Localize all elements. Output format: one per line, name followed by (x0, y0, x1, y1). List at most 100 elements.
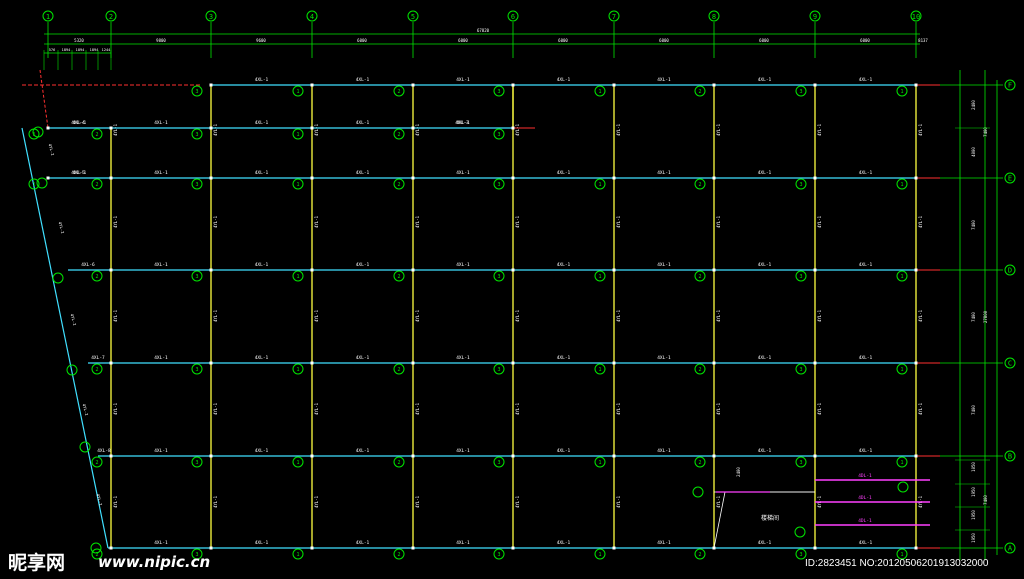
beam-label: 4XL-1 (859, 262, 873, 268)
beam-label: 4XL-1 (758, 77, 772, 83)
node-bubble-number: 2 (95, 460, 98, 466)
node-bubble-number: 2 (698, 182, 701, 188)
beam-label: 4XL-1 (255, 448, 269, 454)
row-axis-label: E (1008, 175, 1012, 183)
node-marker (914, 546, 918, 550)
node-marker (712, 268, 716, 272)
column-axis-label: 4 (310, 13, 314, 21)
purlin-label: 4YL-1 (415, 402, 420, 415)
node-bubble-number: 1 (900, 274, 903, 280)
node-bubble-number: 1 (296, 132, 299, 138)
node-bubble-number: 2 (397, 89, 400, 95)
purlin-label: 4YL-1 (515, 123, 520, 136)
node-bubble-number: 3 (799, 552, 802, 558)
right-dimension-text: 1950 (971, 487, 976, 497)
column-axis-label: 10 (912, 13, 920, 21)
watermark-id: ID:2823451 NO:20120506201913032000 (805, 558, 989, 569)
node-bubble-number: 1 (598, 89, 601, 95)
beam-label: 4XL-7 (91, 355, 105, 361)
sub-dimension-text: 1894 (76, 48, 85, 52)
node-bubble-number: 3 (497, 182, 500, 188)
node-bubble-number: 1 (296, 367, 299, 373)
node-bubble-number: 1 (900, 182, 903, 188)
right-dimension-text: 1050 (971, 462, 976, 472)
node-bubble-number: 3 (799, 182, 802, 188)
node-marker (813, 83, 817, 87)
node-marker (612, 546, 616, 550)
beam-label: 4XL-5 (71, 170, 85, 176)
watermark-site: www.nipic.cn (98, 553, 211, 571)
node-bubble-number: 2 (698, 460, 701, 466)
edge-bubble (52, 272, 64, 284)
purlin-label: 4YL-1 (314, 309, 319, 322)
node-marker (209, 268, 213, 272)
beam-label: 4XL-1 (657, 540, 671, 546)
sub-dimension-text: 1244 (102, 48, 111, 52)
beam-label: 4XL-1 (657, 448, 671, 454)
purlin-label: 4YL-1 (113, 309, 118, 322)
node-marker (712, 83, 716, 87)
top-dimension-text: 6000 (558, 38, 568, 43)
node-bubble-number: 1 (32, 182, 35, 188)
node-bubble-number: 2 (698, 274, 701, 280)
node-marker (46, 176, 50, 180)
column-axis-label: 1 (46, 13, 50, 21)
node-marker (411, 176, 415, 180)
beam-label: 4XL-1 (557, 540, 571, 546)
top-dimension-text: 6000 (860, 38, 870, 43)
beam-label: 4XL-1 (154, 170, 168, 176)
purlin-label: 4YL-1 (213, 123, 218, 136)
beam-label: 4XL-1 (657, 355, 671, 361)
node-marker (511, 361, 515, 365)
purlin-label: 4YL-1 (314, 495, 319, 508)
purlin-label: 4YL-1 (113, 402, 118, 415)
beam-label: 4XL-1 (557, 262, 571, 268)
node-bubble-number: 3 (497, 89, 500, 95)
column-axis-label: 5 (411, 13, 415, 21)
node-marker (612, 361, 616, 365)
beam-label: 4XL-1 (356, 120, 370, 126)
right-dimension-text: 7400 (971, 405, 976, 415)
purlin-label: 4YL-1 (616, 123, 621, 136)
purlin-label: 4YL-1 (817, 402, 822, 415)
node-bubble (897, 481, 909, 493)
stair-label: 楼梯间 (761, 514, 779, 522)
right-dimension-text: 2400 (971, 100, 976, 110)
beam-label: 4XL-1 (356, 170, 370, 176)
right-dimension-text: 4000 (971, 147, 976, 157)
beam-label: 4XL-1 (859, 355, 873, 361)
slope-label: 4YL-2 (82, 403, 90, 416)
beam-label: 4XL-1 (255, 262, 269, 268)
node-bubble-number: 3 (799, 274, 802, 280)
top-dimension-text: 5320 (74, 38, 84, 43)
row-axis-label: A (1008, 545, 1013, 553)
edge-bubble (79, 441, 91, 453)
beam-label: 4XL-1 (557, 77, 571, 83)
beam-label: 4XL-1 (758, 170, 772, 176)
node-bubble-number: 2 (397, 132, 400, 138)
beam-label: 4XL-1 (356, 77, 370, 83)
beam-label: 4XL-1 (657, 170, 671, 176)
node-marker (109, 454, 113, 458)
beam-label: 4XL-8 (97, 448, 111, 454)
beam-label: 4XL-1 (255, 77, 269, 83)
row-axis-label: C (1008, 360, 1012, 368)
node-bubble-number: 2 (397, 274, 400, 280)
purlin-label: 4YL-1 (918, 402, 923, 415)
node-marker (310, 546, 314, 550)
node-marker (109, 361, 113, 365)
purlin-label: 4YL-1 (113, 215, 118, 228)
beam-label: 4XL-1 (859, 77, 873, 83)
node-bubble-number: 1 (598, 460, 601, 466)
beam-label: 4XL-1 (657, 262, 671, 268)
node-marker (46, 126, 50, 130)
structural-framing-plan: 1 2 3 4 5 6 7 8 9 10 67820 5320 9800 9600 6000 6000 6000… (21, 10, 1016, 560)
node-marker (209, 176, 213, 180)
node-bubble-number: 1 (900, 460, 903, 466)
node-bubble-number: 3 (195, 367, 198, 373)
slope-label: 4YL-2 (58, 221, 66, 234)
column-axis-label: 6 (511, 13, 515, 21)
node-marker (310, 83, 314, 87)
column-axis-label: 2 (109, 13, 113, 21)
purlin-label: 4YL-1 (716, 123, 721, 136)
